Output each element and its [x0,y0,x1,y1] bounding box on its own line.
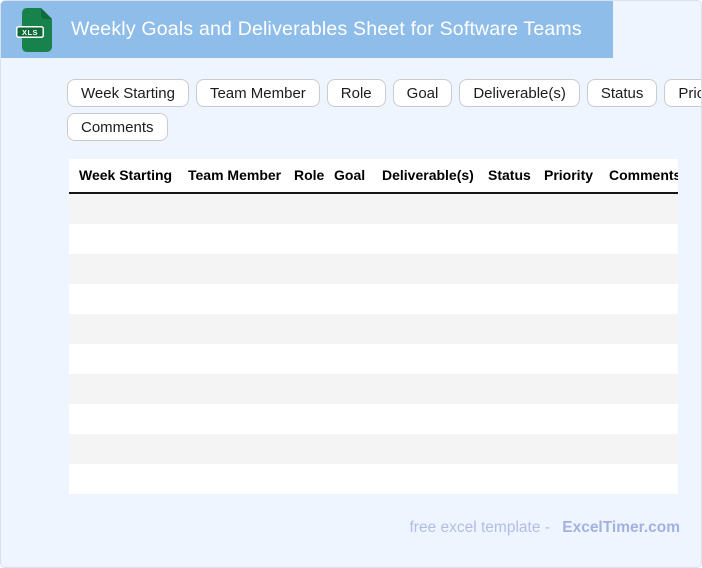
table-row [69,314,678,344]
footer-brand-link[interactable]: ExcelTimer.com [562,519,680,536]
table-row [69,404,678,434]
chip-team-member[interactable]: Team Member [195,79,320,107]
table-row [69,284,678,314]
table-row [69,224,678,254]
chip-status[interactable]: Status [586,79,658,107]
chip-row-2: Comments [67,113,679,141]
page: XLS Weekly Goals and Deliverables Sheet … [0,0,702,568]
col-header-week-starting: Week Starting [79,167,173,183]
table-row [69,464,678,494]
col-header-role: Role [294,167,325,183]
table-body [69,194,678,494]
chip-role[interactable]: Role [326,79,386,107]
table-row [69,344,678,374]
col-header-comments: Comments [609,167,678,183]
col-header-team-member: Team Member [188,167,282,183]
footer: free excel template - ExcelTimer.com [409,519,680,537]
xls-file-icon: XLS [16,7,52,52]
table-row [69,194,678,224]
footer-text: free excel template - [409,519,550,536]
table-row [69,254,678,284]
col-header-priority: Priority [544,167,594,183]
page-title: Weekly Goals and Deliverables Sheet for … [71,18,582,40]
chip-row-1: Week Starting Team Member Role Goal Deli… [67,79,701,107]
chip-comments[interactable]: Comments [67,113,168,141]
table-row [69,374,678,404]
chip-deliverables[interactable]: Deliverable(s) [459,79,580,107]
header-bar: XLS Weekly Goals and Deliverables Sheet … [1,1,613,58]
chip-week-starting[interactable]: Week Starting [67,79,189,107]
col-header-status: Status [488,167,531,183]
chip-priority[interactable]: Priority [664,79,701,107]
table-row [69,434,678,464]
col-header-goal: Goal [334,167,366,183]
column-chip-list: Week Starting Team Member Role Goal Deli… [67,79,701,147]
table-header-row: Week Starting Team Member Role Goal Deli… [69,159,678,194]
file-fold [41,7,52,19]
col-header-deliverables: Deliverable(s) [382,167,474,183]
goals-table: Week Starting Team Member Role Goal Deli… [69,159,678,494]
xls-badge-label: XLS [22,28,38,37]
chip-goal[interactable]: Goal [392,79,453,107]
